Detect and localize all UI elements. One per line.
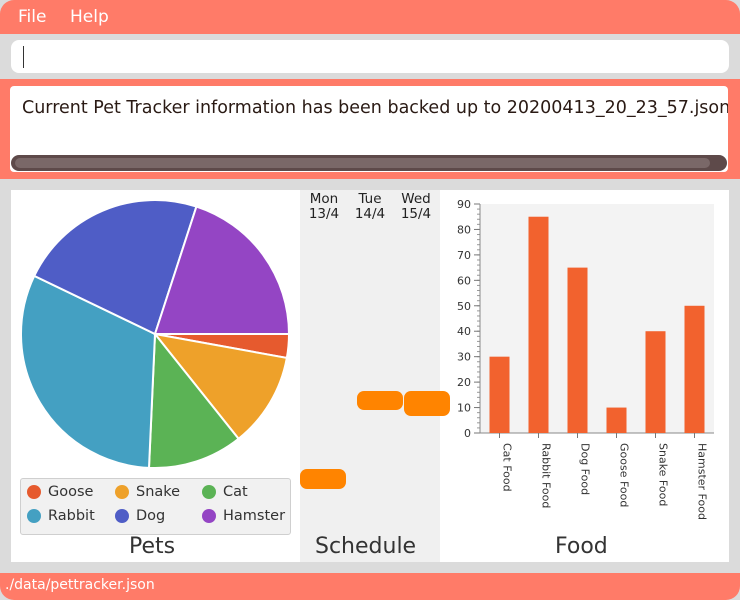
y-tick-label: 70 [457,249,471,262]
command-input[interactable] [19,45,719,68]
plot-area [480,204,714,433]
command-box [11,40,729,73]
schedule-title: Schedule [315,534,417,559]
legend-item-dog: Dog [115,508,165,524]
y-tick-label: 40 [457,325,471,338]
bar-snake-food [645,331,666,433]
legend-item-rabbit: Rabbit [27,508,95,524]
bar-rabbit-food [528,216,549,433]
menu-help[interactable]: Help [70,7,109,27]
legend-item-hamster: Hamster [202,508,285,524]
legend-label: Cat [223,484,248,500]
legend-label: Rabbit [48,508,95,524]
legend-swatch [27,485,41,499]
schedule-panel: Mon 13/4 Tue 14/4 Wed 15/4 Schedule [300,190,450,562]
day-date: 13/4 [308,206,340,222]
horizontal-scrollbar[interactable] [11,155,727,171]
schedule-event[interactable] [357,391,403,410]
result-display: Current Pet Tracker information has been… [10,86,728,172]
y-tick-label: 60 [457,274,471,287]
bar-hamster-food [684,305,705,433]
x-tick-label: Snake Food [657,443,670,506]
status-path: ./data/pettracker.json [5,577,155,593]
legend-label: Dog [136,508,166,524]
x-tick-label: Rabbit Food [540,443,553,508]
schedule-event[interactable] [300,469,346,489]
result-message: Current Pet Tracker information has been… [22,98,728,118]
day-name: Wed [401,191,431,207]
menu-bar: File Help [0,0,740,34]
status-bar: ./data/pettracker.json [0,573,740,600]
legend-item-cat: Cat [202,484,248,500]
y-tick-label: 0 [464,427,471,440]
legend-swatch [115,485,129,499]
y-tick-label: 10 [457,402,471,415]
day-date: 14/4 [354,206,386,222]
bar-goose-food [606,407,627,433]
day-name: Tue [358,191,382,207]
y-tick-label: 80 [457,223,471,236]
legend-label: Hamster [223,508,286,524]
legend-swatch [27,509,41,523]
legend-item-goose: Goose [27,484,93,500]
day-tue: Tue 14/4 [350,192,390,222]
legend-label: Goose [48,484,94,500]
pets-legend: Goose Snake Cat Rabbit Dog Hamster [20,478,291,535]
food-title: Food [555,534,608,559]
y-tick-label: 90 [457,198,471,211]
legend-swatch [115,509,129,523]
day-mon: Mon 13/4 [304,192,344,222]
food-panel: 0 10 20 30 40 50 60 70 80 90 Cat Food Rabbit Food Do… [440,190,729,562]
legend-swatch [202,485,216,499]
legend-swatch [202,509,216,523]
pets-title: Pets [129,534,176,559]
x-tick-label: Hamster Food [696,443,709,520]
day-date: 15/4 [400,206,432,222]
legend-label: Snake [136,484,181,500]
day-wed: Wed 15/4 [396,192,436,222]
pets-pie-chart [20,199,291,469]
bar-cat-food [489,356,510,433]
content-area: Goose Snake Cat Rabbit Dog Hamster Pets Mon 1… [11,190,729,562]
legend-item-snake: Snake [115,484,180,500]
y-tick-label: 30 [457,351,471,364]
menu-file[interactable]: File [18,7,46,27]
bar-dog-food [567,267,588,433]
text-caret [23,46,24,68]
y-tick-label: 20 [457,376,471,389]
pets-panel: Goose Snake Cat Rabbit Dog Hamster Pets [11,190,300,562]
result-panel: Current Pet Tracker information has been… [0,79,740,179]
day-name: Mon [309,191,339,207]
y-tick-label: 50 [457,300,471,313]
x-tick-label: Goose Food [618,443,631,507]
scrollbar-thumb[interactable] [15,158,710,168]
food-bar-chart: 0 10 20 30 40 50 60 70 80 90 Cat Food Rabbit Food Do… [457,198,714,520]
x-tick-label: Dog Food [579,443,592,495]
x-tick-label: Cat Food [501,443,514,492]
